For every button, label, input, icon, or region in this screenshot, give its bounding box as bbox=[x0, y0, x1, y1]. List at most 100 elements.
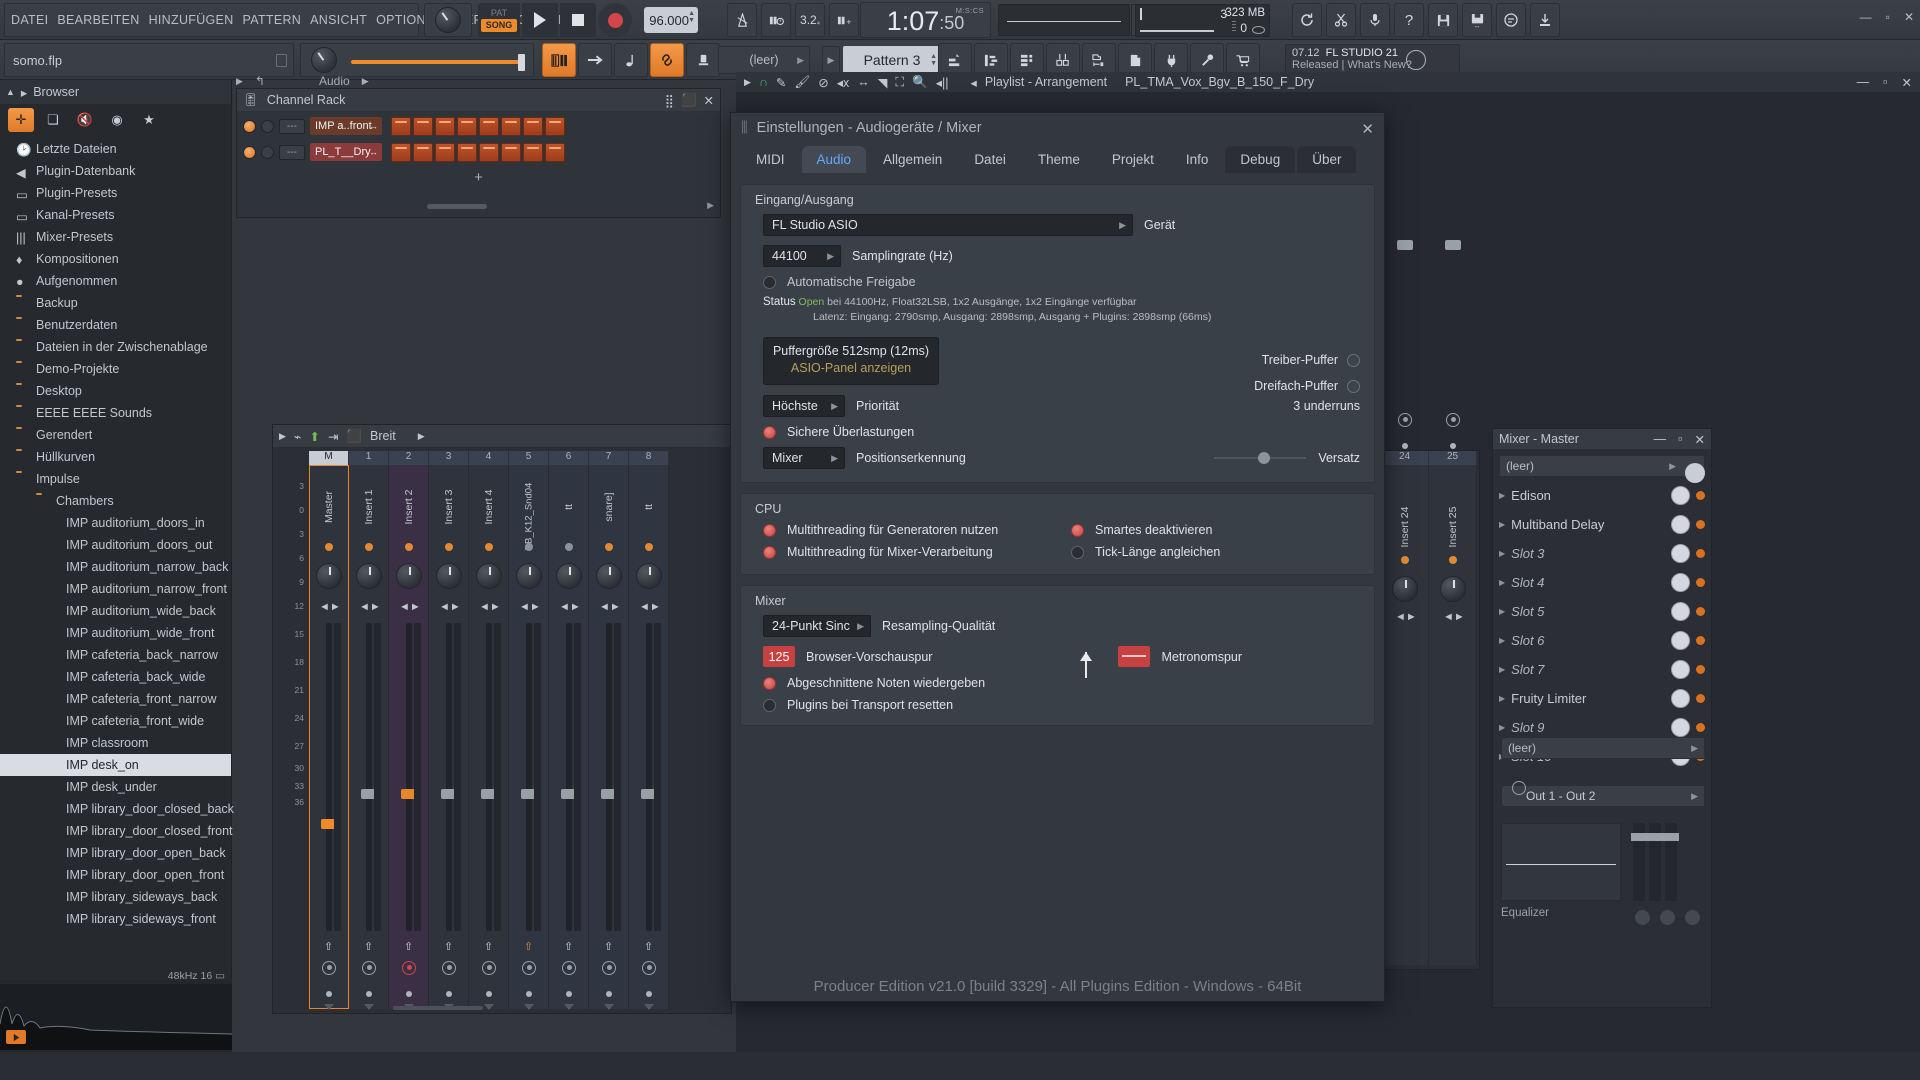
playback-icon[interactable]: ◂|| bbox=[936, 75, 949, 90]
strip-pan-knob[interactable] bbox=[356, 563, 382, 589]
minimize-icon[interactable]: — bbox=[1860, 10, 1872, 24]
list-item[interactable]: IMP cafeteria_back_wide bbox=[0, 666, 231, 688]
zoom-tool-icon[interactable]: ⛶ bbox=[895, 75, 904, 90]
time-display[interactable]: 1:07:50 M:S:CS bbox=[860, 2, 991, 38]
pitch-knob[interactable] bbox=[311, 47, 337, 73]
settings-close-icon[interactable]: ✕ bbox=[1361, 120, 1374, 138]
mute-tool-icon[interactable]: ⊘ bbox=[818, 75, 828, 90]
mixer-strip-7[interactable]: 7 snare] ◄► ⇧ bbox=[589, 451, 629, 1010]
tab-theme[interactable]: Theme bbox=[1023, 146, 1095, 173]
step[interactable] bbox=[457, 116, 477, 136]
maximize-icon[interactable]: ▫ bbox=[1886, 10, 1890, 24]
tempo-display[interactable]: 96.000 ▲ ▼ bbox=[644, 7, 698, 33]
plugin-led[interactable] bbox=[1696, 723, 1705, 732]
tree-item[interactable]: Desktop bbox=[0, 380, 231, 402]
tree-item[interactable]: Backup bbox=[0, 292, 231, 314]
tab-midi[interactable]: MIDI bbox=[741, 146, 800, 173]
metronome-icon[interactable] bbox=[727, 3, 757, 37]
strip-stereo-icon[interactable]: ◄► bbox=[1395, 611, 1417, 625]
strip-pan-knob[interactable] bbox=[396, 563, 422, 589]
pitch-slider-track[interactable] bbox=[351, 60, 521, 64]
plugin-led[interactable] bbox=[1696, 636, 1705, 645]
editor-more-icon[interactable]: ▶ bbox=[362, 76, 369, 87]
empty-selector[interactable]: (leer) ▶ bbox=[718, 46, 810, 74]
list-item[interactable]: IMP library_door_open_back bbox=[0, 842, 231, 864]
playlist-minimize-icon[interactable]: — bbox=[1857, 75, 1870, 90]
plugin-mix-knob[interactable] bbox=[1671, 718, 1690, 737]
tree-item[interactable]: ● Aufgenommen bbox=[0, 270, 231, 292]
samplerate-field[interactable]: 44100 ▶ bbox=[763, 245, 841, 267]
plugin-mix-knob[interactable] bbox=[1671, 544, 1690, 563]
browser-add-icon[interactable]: ✛ bbox=[8, 108, 34, 132]
pattern-name-field[interactable]: Pattern 3 ▲ ▼ bbox=[843, 46, 941, 74]
stop-button[interactable] bbox=[560, 3, 596, 37]
wait-for-input-icon[interactable] bbox=[761, 3, 791, 37]
mixer-scrollbar[interactable] bbox=[393, 1006, 483, 1010]
tree-item[interactable]: Impulse bbox=[0, 468, 231, 490]
channel-mixer-slot[interactable]: --- bbox=[279, 118, 305, 134]
strip-pan-knob[interactable] bbox=[596, 563, 622, 589]
driver-buffer-knob[interactable] bbox=[1347, 353, 1360, 367]
list-item[interactable]: IMP cafeteria_front_narrow bbox=[0, 688, 231, 710]
plugin-slot[interactable]: ▶ Slot 3 bbox=[1493, 539, 1711, 568]
record-button[interactable] bbox=[598, 3, 632, 37]
pencil-icon[interactable]: ✎ bbox=[776, 75, 786, 90]
export-icon[interactable] bbox=[1530, 3, 1560, 37]
plugin-mix-knob[interactable] bbox=[1671, 631, 1690, 650]
eq-knob[interactable] bbox=[1634, 909, 1651, 926]
pattern-prev-icon[interactable]: ▶ bbox=[822, 46, 840, 74]
step[interactable] bbox=[523, 142, 543, 162]
channel-led[interactable] bbox=[243, 119, 256, 133]
strip-record-arm[interactable] bbox=[322, 961, 336, 975]
plugin-mix-knob[interactable] bbox=[1671, 573, 1690, 592]
strip-send-dot[interactable] bbox=[326, 991, 332, 997]
step[interactable] bbox=[501, 142, 521, 162]
select-icon[interactable]: ◥ bbox=[878, 75, 888, 90]
plugin-led[interactable] bbox=[1696, 607, 1705, 616]
mixer-strip-25[interactable]: 25 Insert 25 ◄► bbox=[1429, 240, 1477, 965]
priority-field[interactable]: Höchste ▶ bbox=[763, 395, 845, 417]
list-item[interactable]: IMP library_sideways_back bbox=[0, 886, 231, 908]
tree-item[interactable]: EEEE EEEE Sounds bbox=[0, 402, 231, 424]
slice-icon[interactable]: ↔ bbox=[857, 75, 870, 89]
channel-mixer-slot[interactable]: --- bbox=[279, 144, 305, 160]
mixer-master-selector[interactable]: (leer) ▶ bbox=[1499, 455, 1705, 477]
count-in-icon[interactable]: 3.2₄ bbox=[795, 3, 825, 37]
channel-rack-resize-icon[interactable]: ▶ bbox=[707, 200, 714, 211]
magnet-icon[interactable]: ∩ bbox=[759, 75, 768, 89]
step[interactable] bbox=[479, 142, 499, 162]
mixer-strip-24[interactable]: 24 Insert 24 ◄► bbox=[1381, 240, 1429, 965]
tree-item[interactable]: Gerendert bbox=[0, 424, 231, 446]
step[interactable] bbox=[435, 116, 455, 136]
mixer-master-output[interactable]: Out 1 - Out 2 ▶ bbox=[1501, 781, 1705, 807]
pitch-slider-thumb[interactable] bbox=[518, 54, 525, 71]
tree-item-chambers[interactable]: Chambers bbox=[0, 490, 231, 512]
offset-slider[interactable] bbox=[1214, 452, 1307, 464]
mm-close-icon[interactable]: ✕ bbox=[1695, 432, 1705, 447]
list-item[interactable]: IMP library_door_closed_back bbox=[0, 798, 234, 820]
strip-pan-knob[interactable] bbox=[516, 563, 542, 589]
browser-collapse-icon[interactable]: ▲ bbox=[6, 87, 15, 97]
step[interactable] bbox=[501, 116, 521, 136]
plugin-slot[interactable]: ▶ Multiband Delay bbox=[1493, 510, 1711, 539]
tree-item[interactable]: Dateien in der Zwischenablage bbox=[0, 336, 231, 358]
triple-buffer-knob[interactable] bbox=[1347, 379, 1360, 393]
strip-fader-track[interactable] bbox=[326, 623, 332, 931]
tree-item[interactable]: ||| Mixer-Presets bbox=[0, 226, 231, 248]
preview-track-field[interactable]: 125 bbox=[763, 646, 795, 667]
list-item[interactable]: IMP auditorium_narrow_back bbox=[0, 556, 231, 578]
tree-item[interactable]: ♦ Kompositionen bbox=[0, 248, 231, 270]
save-icon[interactable] bbox=[1428, 3, 1458, 37]
list-item-selected[interactable]: IMP desk_on bbox=[0, 754, 231, 776]
strip-route-up-icon[interactable]: ⇧ bbox=[324, 940, 333, 953]
magnifier-icon[interactable]: 🔍 bbox=[912, 75, 928, 90]
paint-icon[interactable]: 🖌 bbox=[794, 75, 810, 90]
eq-fader[interactable] bbox=[1647, 823, 1663, 901]
strip-stereo-icon[interactable]: ◄► bbox=[1443, 611, 1465, 625]
list-item[interactable]: IMP auditorium_doors_in bbox=[0, 512, 231, 534]
play-truncated-notes-radio[interactable] bbox=[763, 676, 776, 690]
editor-expand-icon[interactable]: ▶ bbox=[236, 76, 243, 87]
mixer-strip-insert3[interactable]: 3 Insert 3 ◄► ⇧ bbox=[429, 451, 469, 1010]
mixer-strip-insert2[interactable]: 2 Insert 2 ◄► ⇧ bbox=[389, 451, 429, 1010]
list-item[interactable]: IMP classroom bbox=[0, 732, 231, 754]
